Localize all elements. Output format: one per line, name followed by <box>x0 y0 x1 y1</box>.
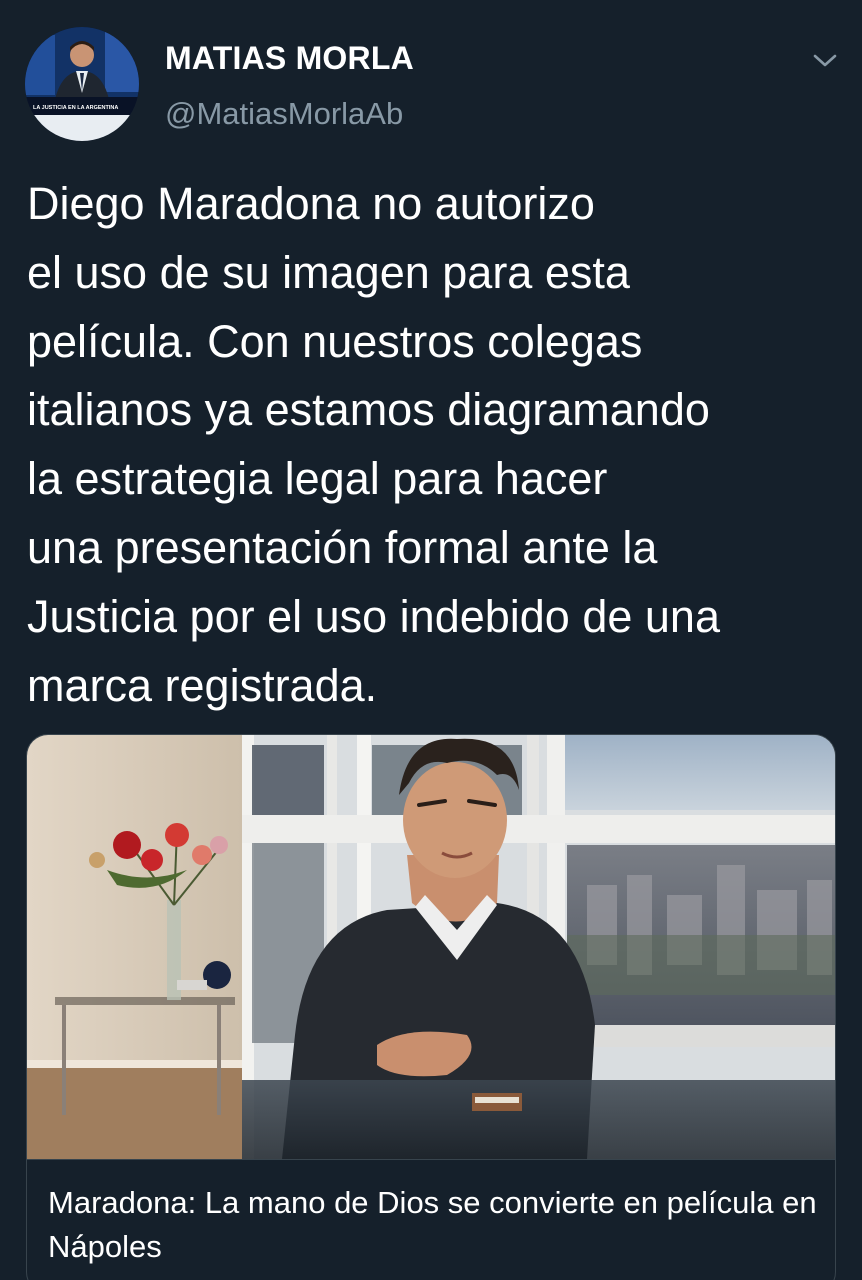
avatar-caption: LA JUSTICIA EN LA ARGENTINA <box>33 105 118 111</box>
avatar[interactable]: LA JUSTICIA EN LA ARGENTINA <box>25 27 139 141</box>
card-title[interactable]: Maradona: La mano de Dios se convierte e… <box>48 1181 818 1269</box>
display-name[interactable]: MATIAS MORLA <box>165 40 414 77</box>
card-image <box>27 735 835 1159</box>
card-divider <box>27 1159 835 1160</box>
link-card[interactable]: Maradona: La mano de Dios se convierte e… <box>26 734 836 1280</box>
avatar-image: LA JUSTICIA EN LA ARGENTINA <box>25 27 139 141</box>
user-handle[interactable]: @MatiasMorlaAb <box>165 96 403 132</box>
chevron-down-icon[interactable] <box>810 50 840 72</box>
tweet-text: Diego Maradona no autorizo el uso de su … <box>27 178 720 711</box>
tweet: LA JUSTICIA EN LA ARGENTINA MATIAS MORLA… <box>0 0 862 1280</box>
